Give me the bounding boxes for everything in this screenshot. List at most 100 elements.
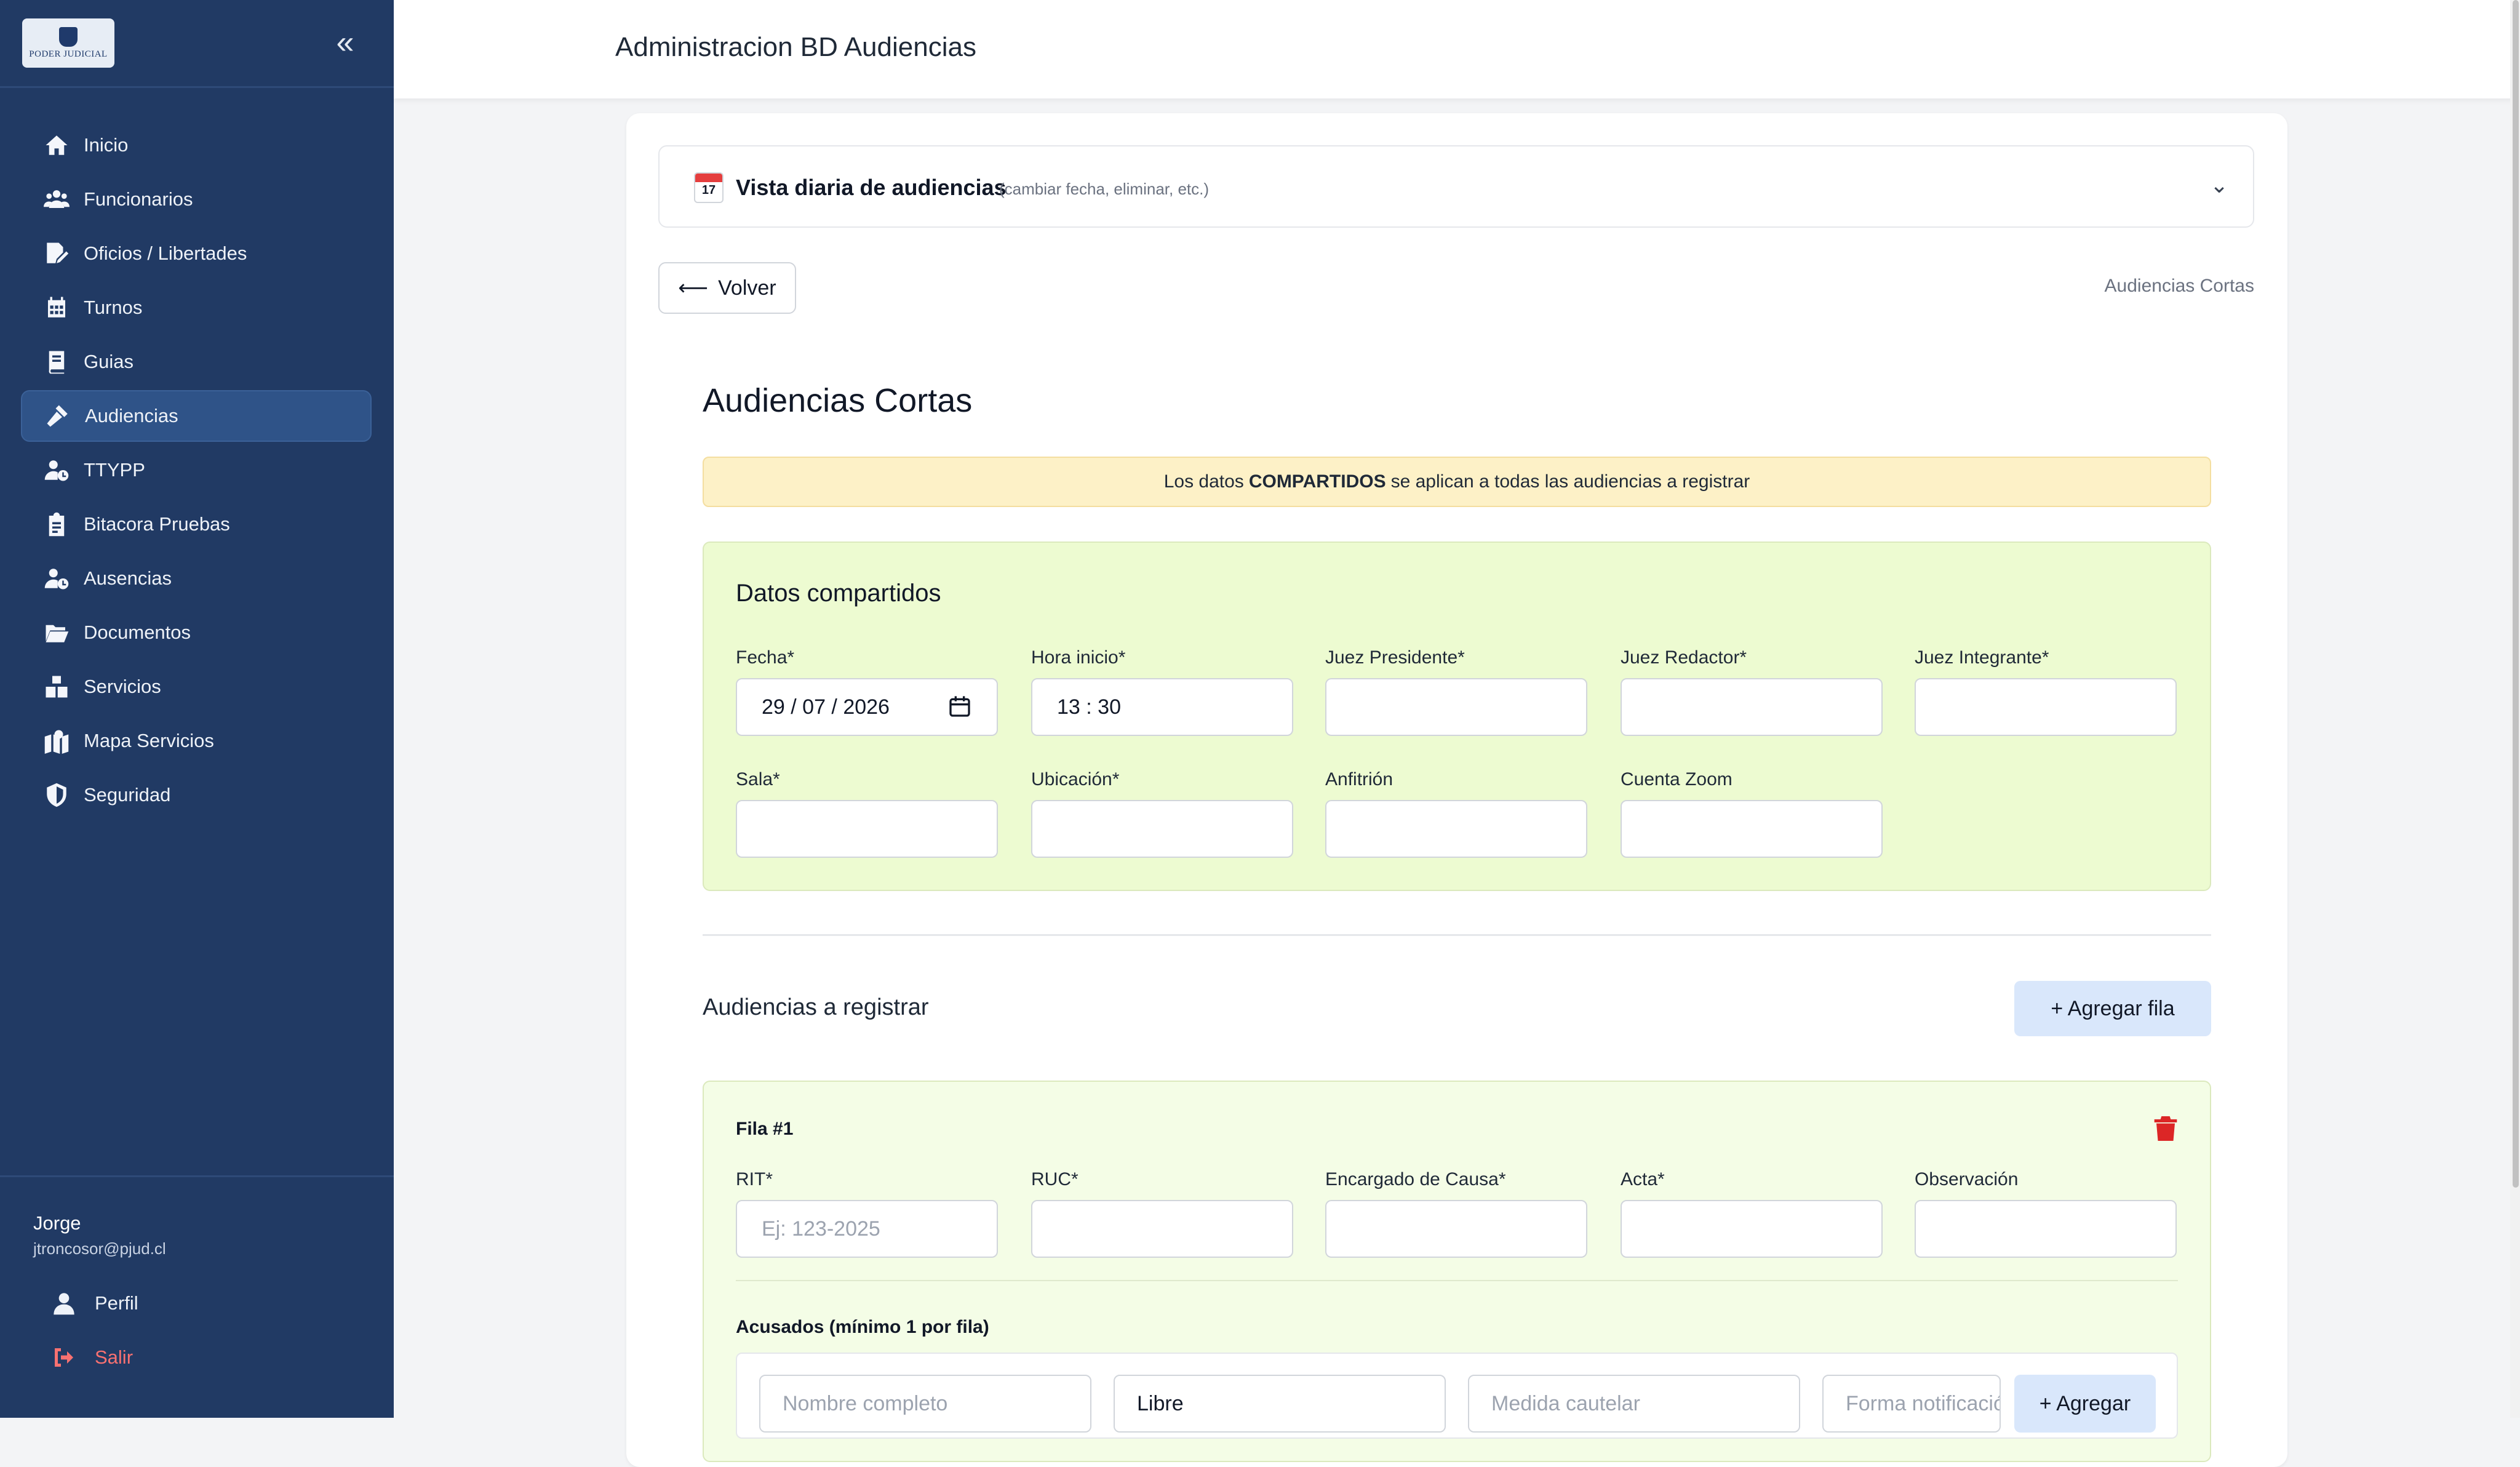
sidebar-divider (0, 1175, 394, 1177)
fecha-input[interactable]: 29 / 07 / 2026 (736, 678, 998, 736)
rit-label: RIT* (736, 1169, 773, 1189)
accused-notify-input[interactable]: Forma notificación (1822, 1375, 2001, 1433)
home-icon (43, 132, 70, 159)
row-divider (736, 1280, 2178, 1281)
anfitrion-input[interactable] (1325, 800, 1587, 858)
section-title: Audiencias Cortas (703, 382, 973, 419)
sidebar-item-label: Ausencias (84, 567, 172, 589)
sidebar-item-inicio[interactable]: Inicio (21, 119, 372, 171)
shared-data-notice: Los datos COMPARTIDOS se aplican a todas… (703, 457, 2211, 507)
calendar-picker-icon[interactable] (947, 694, 972, 719)
user-email: jtroncosor@pjud.cl (33, 1239, 166, 1258)
sidebar-item-label: Audiencias (85, 405, 178, 426)
sidebar-item-funcionarios[interactable]: Funcionarios (21, 174, 372, 225)
sidebar-item-label: Turnos (84, 297, 143, 318)
sidebar-item-audiencias[interactable]: Audiencias (21, 390, 372, 442)
add-row-button[interactable]: + Agregar fila (2014, 981, 2211, 1036)
sidebar-item-guias[interactable]: Guias (21, 336, 372, 388)
cuenta-zoom-input[interactable] (1621, 800, 1883, 858)
cuenta-zoom-label: Cuenta Zoom (1621, 769, 1732, 789)
anfitrion-label: Anfitrión (1325, 769, 1394, 789)
user-icon (54, 1293, 74, 1315)
sidebar-item-label: TTYPP (84, 459, 145, 481)
ruc-label: RUC* (1031, 1169, 1079, 1189)
observacion-input[interactable] (1915, 1200, 2177, 1258)
juez-presidente-label: Juez Presidente* (1325, 647, 1465, 668)
back-button[interactable]: ⟵ Volver (658, 262, 796, 314)
user-clock-icon (43, 565, 70, 592)
encargado-input[interactable] (1325, 1200, 1587, 1258)
sidebar-item-ausencias[interactable]: Ausencias (21, 553, 372, 604)
calendar-icon: 17 (694, 172, 724, 203)
scrollbar-thumb[interactable] (2513, 0, 2519, 1188)
sidebar-item-mapa-servicios[interactable]: Mapa Servicios (21, 715, 372, 767)
trash-icon[interactable] (2153, 1115, 2178, 1142)
sidebar-item-seguridad[interactable]: Seguridad (21, 769, 372, 821)
accordion-title: Vista diaria de audiencias (736, 175, 1007, 200)
sala-label: Sala* (736, 769, 780, 789)
juez-presidente-input[interactable] (1325, 678, 1587, 736)
shield-icon (43, 781, 70, 809)
poder-judicial-logo[interactable]: PODER JUDICIAL (22, 18, 114, 68)
accused-measure-input[interactable]: Medida cautelar (1468, 1375, 1800, 1433)
sidebar-item-bitacora[interactable]: Bitacora Pruebas (21, 498, 372, 550)
page-title: Administracion BD Audiencias (615, 32, 976, 62)
hora-input[interactable]: 13 : 30 (1031, 678, 1293, 736)
accused-status-select[interactable]: Libre (1114, 1375, 1446, 1433)
sidebar-item-label: Oficios / Libertades (84, 242, 247, 264)
ruc-input[interactable] (1031, 1200, 1293, 1258)
sidebar-item-label: Seguridad (84, 784, 171, 805)
clipboard-icon (43, 511, 70, 538)
arrow-left-icon: ⟵ (678, 276, 709, 300)
sidebar: PODER JUDICIAL « Inicio Funcionarios Ofi… (0, 0, 394, 1418)
sidebar-item-ttypp[interactable]: TTYPP (21, 444, 372, 496)
user-name: Jorge (33, 1212, 81, 1234)
hora-value: 13 : 30 (1057, 695, 1121, 719)
sidebar-item-turnos[interactable]: Turnos (21, 282, 372, 334)
rows-section-title: Audiencias a registrar (703, 994, 929, 1020)
top-bar: Administracion BD Audiencias (394, 0, 2520, 98)
document-edit-icon (43, 240, 70, 267)
sidebar-item-label: Guias (84, 351, 134, 372)
ubicacion-label: Ubicación* (1031, 769, 1120, 789)
accused-name-input[interactable]: Nombre completo (759, 1375, 1091, 1433)
sidebar-item-oficios[interactable]: Oficios / Libertades (21, 228, 372, 279)
book-icon (43, 348, 70, 375)
notice-emphasis: COMPARTIDOS (1248, 471, 1386, 492)
acta-label: Acta* (1621, 1169, 1665, 1189)
juez-redactor-input[interactable] (1621, 678, 1883, 736)
sidebar-item-label: Inicio (84, 134, 129, 156)
back-label: Volver (718, 276, 776, 300)
sidebar-item-label: Funcionarios (84, 188, 193, 210)
section-divider (703, 934, 2211, 936)
rit-input[interactable]: Ej: 123-2025 (736, 1200, 998, 1258)
add-accused-button[interactable]: + Agregar (2014, 1375, 2156, 1433)
gavel-icon (44, 402, 71, 430)
sidebar-item-servicios[interactable]: Servicios (21, 661, 372, 713)
logo-text: PODER JUDICIAL (29, 49, 108, 59)
double-chevron-left-icon[interactable]: « (330, 25, 361, 60)
observacion-label: Observación (1915, 1169, 2019, 1189)
profile-link[interactable]: Perfil (52, 1291, 138, 1316)
map-pin-icon (43, 727, 70, 754)
acta-input[interactable] (1621, 1200, 1883, 1258)
hora-label: Hora inicio* (1031, 647, 1126, 668)
ubicacion-input[interactable] (1031, 800, 1293, 858)
emblem-icon (59, 26, 78, 47)
juez-integrante-input[interactable] (1915, 678, 2177, 736)
daily-view-accordion[interactable]: 17 Vista diaria de audiencias (cambiar f… (658, 145, 2254, 228)
users-icon (43, 186, 70, 213)
logout-label: Salir (95, 1346, 134, 1368)
sidebar-item-label: Servicios (84, 676, 161, 697)
fecha-label: Fecha* (736, 647, 795, 668)
shared-data-title: Datos compartidos (736, 580, 941, 607)
juez-integrante-label: Juez Integrante* (1915, 647, 2049, 668)
sidebar-item-documentos[interactable]: Documentos (21, 607, 372, 658)
chevron-down-icon[interactable]: ⌄ (2210, 172, 2228, 198)
sidebar-item-label: Bitacora Pruebas (84, 513, 230, 535)
logout-link[interactable]: Salir (52, 1345, 133, 1370)
sala-input[interactable] (736, 800, 998, 858)
accused-title: Acusados (mínimo 1 por fila) (736, 1317, 989, 1337)
sidebar-item-label: Mapa Servicios (84, 730, 214, 751)
folder-open-icon (43, 619, 70, 646)
